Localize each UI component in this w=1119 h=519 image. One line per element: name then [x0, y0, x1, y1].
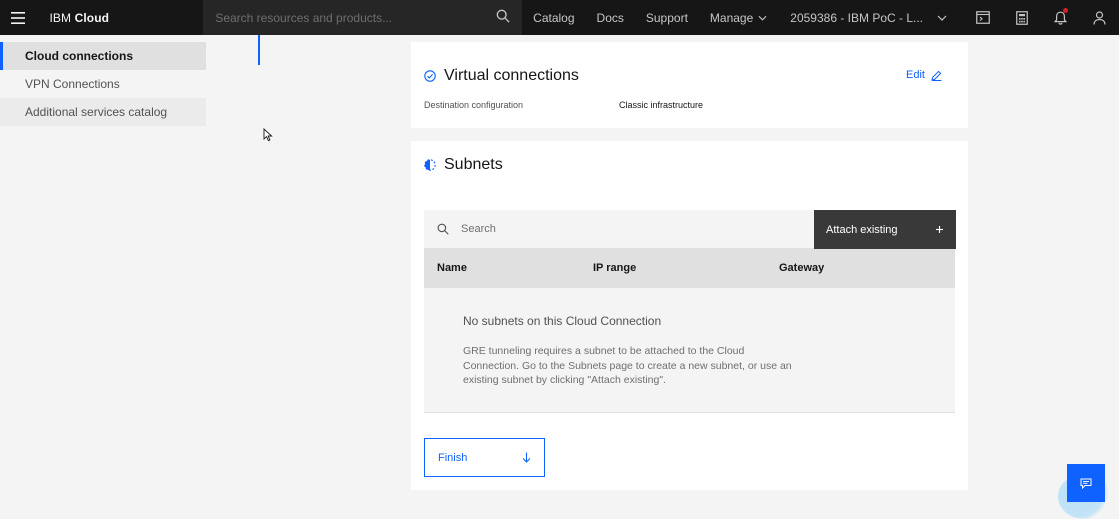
- column-header-ip-range: IP range: [593, 262, 637, 274]
- sidebar-item-vpn-connections[interactable]: VPN Connections: [0, 70, 206, 98]
- virtual-connections-heading: Virtual connections: [424, 67, 579, 85]
- cost-estimator-icon[interactable]: [1002, 0, 1041, 35]
- chevron-down-icon: [937, 15, 947, 21]
- brand-name: Cloud: [74, 10, 110, 25]
- nav-docs[interactable]: Docs: [586, 11, 635, 25]
- virtual-connections-title: Virtual connections: [444, 67, 579, 84]
- notification-icon[interactable]: [1041, 0, 1080, 35]
- top-header: IBM Cloud Catalog Docs Support Manage 20…: [0, 0, 1119, 35]
- column-header-gateway: Gateway: [779, 262, 825, 274]
- account-label: 2059386 - IBM PoC - L...: [790, 10, 924, 25]
- virtual-connections-card: Virtual connections Edit Destination con…: [411, 42, 968, 128]
- terminal-icon[interactable]: [963, 0, 1002, 35]
- user-avatar-icon[interactable]: [1080, 0, 1119, 35]
- search-icon: [437, 223, 449, 235]
- menu-icon[interactable]: [0, 0, 36, 35]
- header-nav: Catalog Docs Support Manage: [522, 0, 778, 35]
- chat-button[interactable]: [1067, 464, 1105, 502]
- subnets-title: Subnets: [444, 156, 503, 173]
- global-search-input[interactable]: [215, 10, 476, 25]
- nav-catalog[interactable]: Catalog: [522, 11, 585, 25]
- search-icon[interactable]: [496, 9, 510, 26]
- attach-existing-label: Attach existing: [826, 223, 898, 236]
- destination-configuration-label: Destination configuration: [424, 100, 524, 110]
- nav-manage[interactable]: Manage: [699, 11, 778, 25]
- chevron-down-icon: [758, 15, 767, 21]
- progress-indicator-line: [258, 35, 260, 65]
- subnets-search: [424, 210, 814, 249]
- edit-icon: [931, 70, 942, 81]
- sidebar-item-additional-services-catalog[interactable]: Additional services catalog: [0, 98, 206, 126]
- add-icon: [936, 226, 943, 233]
- brand-prefix: IBM: [49, 10, 72, 25]
- destination-configuration-row: Destination configuration Classic infras…: [424, 100, 703, 110]
- chat-icon: [1080, 478, 1092, 489]
- global-search: [203, 0, 523, 35]
- subnets-heading: Subnets: [424, 156, 503, 174]
- nav-manage-label: Manage: [709, 10, 754, 25]
- sidebar-item-cloud-connections[interactable]: Cloud connections: [0, 42, 206, 70]
- checkmark-outline-icon: [424, 70, 436, 82]
- subnets-card: Subnets Attach existing Name IP range Ga…: [411, 141, 968, 490]
- header-icons: [963, 0, 1119, 35]
- empty-state-title: No subnets on this Cloud Connection: [463, 314, 662, 328]
- brand-logo[interactable]: IBM Cloud: [36, 11, 204, 25]
- edit-link[interactable]: Edit: [906, 69, 942, 81]
- mouse-cursor-icon: [263, 127, 273, 147]
- side-nav: Cloud connections VPN Connections Additi…: [0, 42, 206, 126]
- subnets-empty-state: No subnets on this Cloud Connection GRE …: [424, 288, 955, 413]
- empty-state-body: GRE tunneling requires a subnet to be at…: [463, 345, 792, 386]
- account-switcher[interactable]: 2059386 - IBM PoC - L...: [778, 11, 959, 25]
- nav-support[interactable]: Support: [635, 11, 699, 25]
- notification-badge: [1063, 8, 1069, 13]
- edit-label: Edit: [906, 69, 925, 81]
- column-header-name: Name: [437, 262, 467, 274]
- attach-existing-button[interactable]: Attach existing: [814, 210, 956, 249]
- destination-configuration-value: Classic infrastructure: [619, 100, 704, 110]
- finish-button[interactable]: Finish: [424, 438, 545, 477]
- in-progress-icon: [424, 159, 436, 171]
- subnets-table-header: Name IP range Gateway: [424, 249, 955, 288]
- arrow-down-icon: [522, 452, 531, 463]
- subnets-toolbar: Attach existing: [424, 210, 956, 249]
- finish-label: Finish: [438, 451, 468, 464]
- subnets-search-input[interactable]: [461, 223, 781, 235]
